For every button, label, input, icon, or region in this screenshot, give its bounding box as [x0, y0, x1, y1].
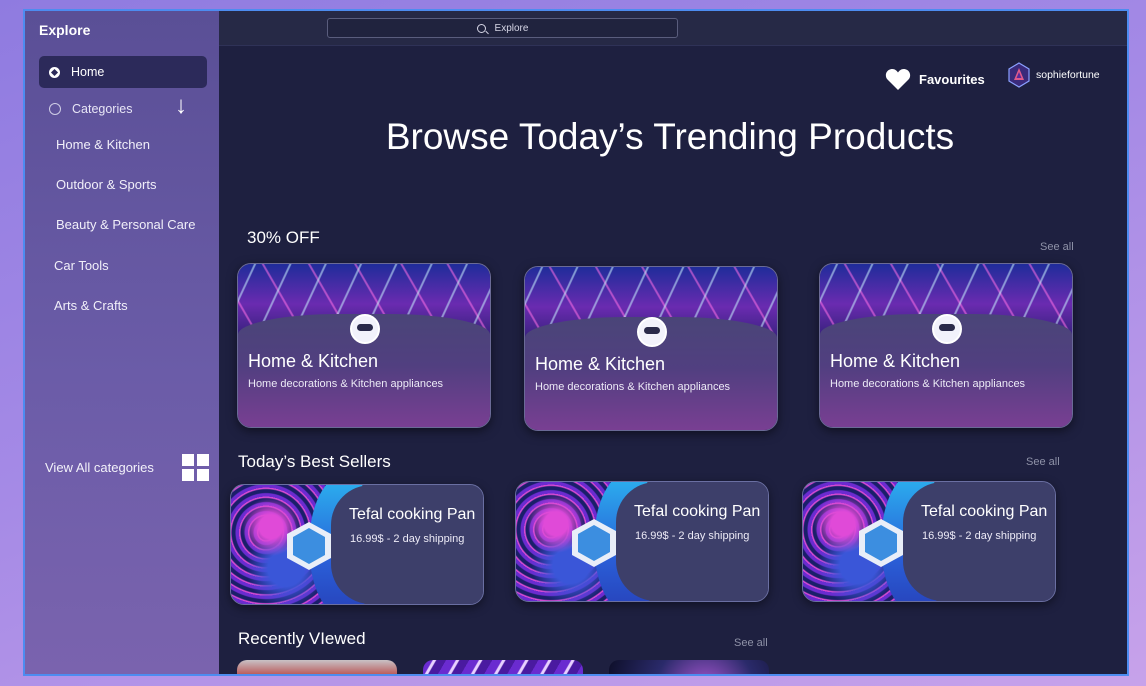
section-title-best-sellers: Today’s Best Sellers — [238, 452, 391, 471]
main-content: Explore Favourites sophiefortune Browse … — [219, 11, 1127, 674]
sidebar-item-label: Home — [71, 65, 105, 79]
globe-icon — [49, 103, 61, 115]
compass-icon — [49, 66, 60, 78]
arrow-down-icon[interactable]: ↓ — [175, 94, 187, 118]
promo-card-subtitle: Home decorations & Kitchen appliances — [248, 378, 444, 390]
sidebar-item-car-tools[interactable]: Car Tools — [54, 258, 109, 273]
product-price: 16.99$ - 2 day shipping — [350, 533, 465, 545]
user-avatar-icon — [1008, 62, 1030, 88]
best-seller-card[interactable]: Tefal cooking Pan 16.99$ - 2 day shippin… — [515, 481, 769, 602]
sidebar-item-label: Categories — [72, 102, 133, 116]
product-title: Tefal cooking Pan — [634, 503, 761, 520]
view-all-categories-link[interactable]: View All categories — [45, 460, 154, 475]
promo-card[interactable]: Home & Kitchen Home decorations & Kitche… — [524, 266, 778, 431]
recent-item-thumbnail[interactable] — [609, 660, 769, 674]
section-title-promo: 30% OFF — [247, 228, 320, 247]
heart-icon — [885, 68, 911, 90]
search-input[interactable]: Explore — [327, 18, 678, 38]
promo-card-subtitle: Home decorations & Kitchen appliances — [830, 378, 1026, 390]
recent-item-thumbnail[interactable] — [423, 660, 583, 674]
sidebar-item-outdoor-sports[interactable]: Outdoor & Sports — [56, 177, 156, 192]
sidebar-item-arts-crafts[interactable]: Arts & Crafts — [54, 298, 128, 313]
product-price: 16.99$ - 2 day shipping — [635, 530, 750, 542]
sidebar-item-beauty[interactable]: Beauty & Personal Care — [56, 217, 195, 232]
search-icon — [476, 23, 486, 33]
vr-avatar-icon — [350, 314, 380, 344]
product-title: Tefal cooking Pan — [921, 503, 1048, 520]
promo-card-title: Home & Kitchen — [248, 351, 379, 371]
sidebar-item-home[interactable]: Home — [39, 56, 207, 88]
favourites-button[interactable]: Favourites — [885, 67, 985, 91]
recent-item-thumbnail[interactable] — [237, 660, 397, 674]
app-title: Explore — [39, 22, 91, 38]
product-title: Tefal cooking Pan — [349, 506, 476, 523]
best-seller-card[interactable]: Tefal cooking Pan 16.99$ - 2 day shippin… — [230, 484, 484, 605]
section-title-recently-viewed: Recently VIewed — [238, 629, 366, 648]
vr-avatar-icon — [637, 317, 667, 347]
promo-card-title: Home & Kitchen — [535, 354, 666, 374]
promo-card-subtitle: Home decorations & Kitchen appliances — [535, 381, 731, 393]
see-all-promo-link[interactable]: See all — [1040, 241, 1074, 253]
sidebar-item-home-kitchen[interactable]: Home & Kitchen — [56, 137, 150, 152]
favourites-label: Favourites — [919, 71, 985, 87]
grid-icon[interactable] — [182, 454, 209, 481]
sidebar-item-categories[interactable]: Categories — [49, 102, 132, 116]
see-all-recent-link[interactable]: See all — [734, 637, 768, 649]
top-bar: Explore — [219, 11, 1127, 46]
best-seller-card[interactable]: Tefal cooking Pan 16.99$ - 2 day shippin… — [802, 481, 1056, 602]
page-title: Browse Today’s Trending Products — [385, 116, 955, 157]
sidebar: Explore Home Categories ↓ Home & Kitchen… — [25, 11, 219, 674]
search-placeholder: Explore — [494, 22, 529, 34]
promo-card-title: Home & Kitchen — [830, 351, 961, 371]
promo-card[interactable]: Home & Kitchen Home decorations & Kitche… — [819, 263, 1073, 428]
promo-card[interactable]: Home & Kitchen Home decorations & Kitche… — [237, 263, 491, 428]
product-price: 16.99$ - 2 day shipping — [922, 530, 1037, 542]
see-all-best-sellers-link[interactable]: See all — [1026, 456, 1060, 468]
vr-avatar-icon — [932, 314, 962, 344]
username: sophiefortune — [1036, 69, 1100, 81]
app-window: Explore Home Categories ↓ Home & Kitchen… — [23, 9, 1129, 676]
user-profile[interactable]: sophiefortune — [1008, 62, 1100, 88]
